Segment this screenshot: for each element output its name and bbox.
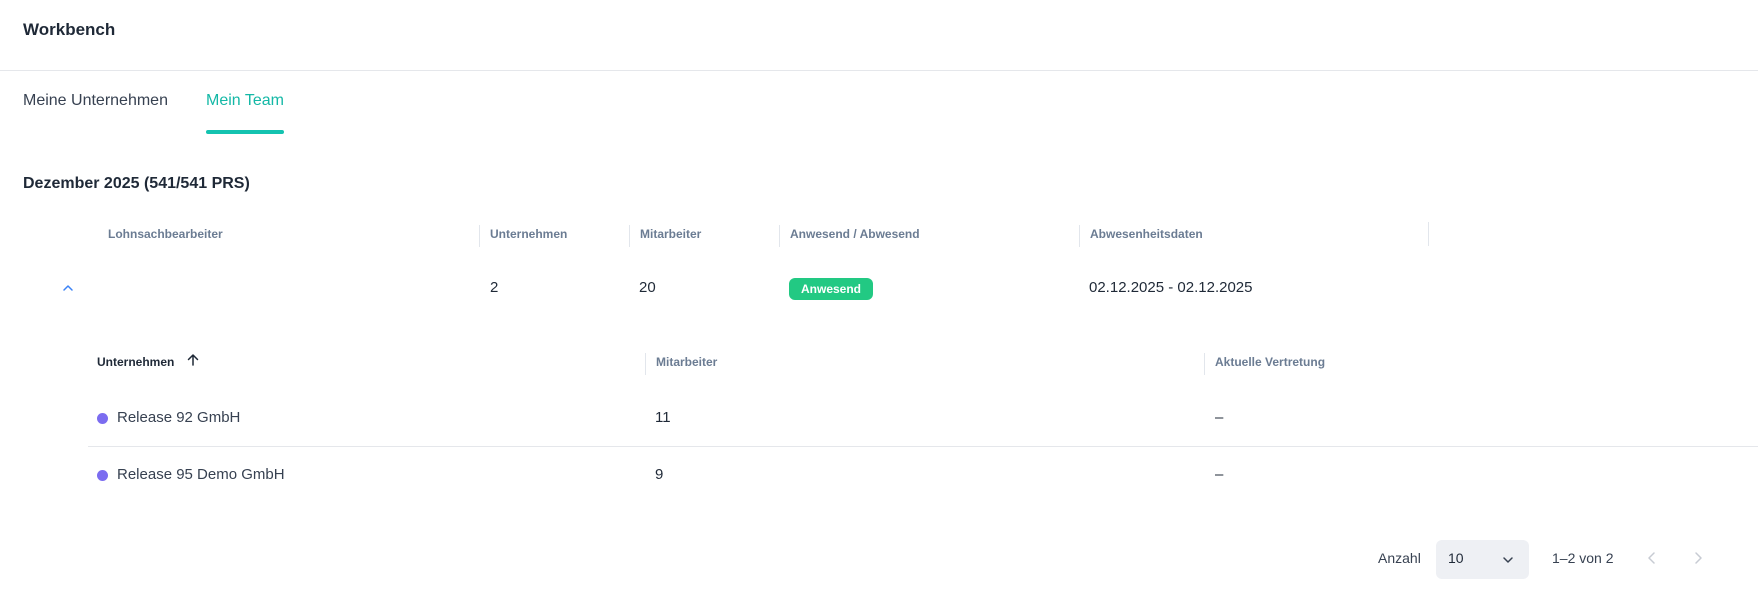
tab-label: Mein Team <box>206 92 284 109</box>
tab-mein-team[interactable]: Mein Team <box>206 92 284 134</box>
company-vertretung: – <box>1215 409 1224 426</box>
cell-abwesenheitsdaten: 02.12.2025 - 02.12.2025 <box>1089 279 1253 296</box>
column-header-mitarbeiter[interactable]: Mitarbeiter <box>629 225 701 247</box>
chevron-down-icon <box>1501 553 1515 572</box>
tab-meine-unternehmen[interactable]: Meine Unternehmen <box>23 92 168 134</box>
subtable-header-unternehmen[interactable]: Unternehmen <box>97 353 200 375</box>
page-size-select[interactable]: 10 <box>1436 540 1529 579</box>
company-mitarbeiter: 11 <box>655 409 671 426</box>
subtable-header-vertretung[interactable]: Aktuelle Vertretung <box>1204 353 1325 375</box>
pagination: Anzahl 10 1–2 von 2 <box>0 538 1758 579</box>
column-divider <box>1428 222 1429 246</box>
subtable-header-mitarbeiter[interactable]: Mitarbeiter <box>645 353 717 375</box>
company-name: Release 95 Demo GmbH <box>117 466 285 483</box>
cell-unternehmen: 2 <box>490 279 499 296</box>
section-title: Dezember 2025 (541/541 PRS) <box>23 175 250 192</box>
list-item[interactable]: Release 95 Demo GmbH 9 – <box>88 448 1758 504</box>
chevron-left-icon[interactable] <box>1642 548 1662 568</box>
subtable-header-label: Unternehmen <box>97 355 175 369</box>
company-vertretung: – <box>1215 466 1224 483</box>
chevron-right-icon[interactable] <box>1688 548 1708 568</box>
page-size-value: 10 <box>1448 550 1464 566</box>
tab-label: Meine Unternehmen <box>23 92 168 109</box>
list-item[interactable]: Release 92 GmbH 11 – <box>88 391 1758 447</box>
cell-mitarbeiter: 20 <box>639 279 656 296</box>
app-header: Workbench <box>0 0 1758 71</box>
page-size-label: Anzahl <box>1378 550 1421 566</box>
tab-bar: Meine Unternehmen Mein Team <box>0 72 1758 134</box>
app-title: Workbench <box>23 20 116 39</box>
arrow-up-icon <box>186 353 200 372</box>
active-tab-indicator <box>206 130 284 134</box>
column-header-lohnsachbearbeiter[interactable]: Lohnsachbearbeiter <box>108 225 223 247</box>
column-header-abwesenheitsdaten[interactable]: Abwesenheitsdaten <box>1079 225 1203 247</box>
column-header-status[interactable]: Anwesend / Abwesend <box>779 225 920 247</box>
company-name: Release 92 GmbH <box>117 409 241 426</box>
column-header-unternehmen[interactable]: Unternehmen <box>479 225 567 247</box>
chevron-up-icon[interactable] <box>60 280 76 296</box>
company-mitarbeiter: 9 <box>655 466 664 483</box>
status-dot <box>97 413 108 424</box>
page-range: 1–2 von 2 <box>1552 550 1614 566</box>
table-row[interactable]: 2 20 Anwesend 02.12.2025 - 02.12.2025 <box>0 270 1758 310</box>
status-dot <box>97 470 108 481</box>
status-badge: Anwesend <box>789 278 874 300</box>
